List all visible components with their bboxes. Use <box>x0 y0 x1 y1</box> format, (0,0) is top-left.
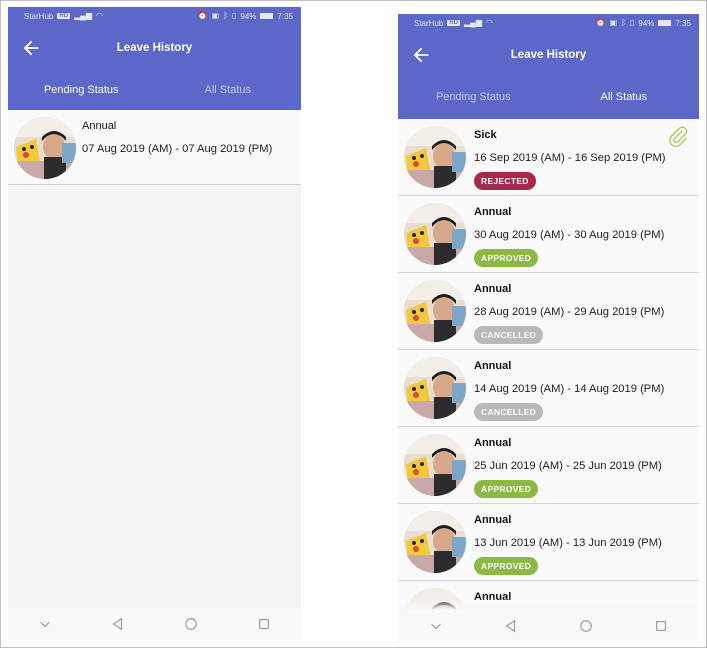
signal-icon: ▂▄▆ <box>464 18 483 27</box>
clock: 7:35 <box>277 11 293 21</box>
leave-list-item[interactable]: Annual 30 Aug 2019 (AM) - 30 Aug 2019 (PM… <box>398 196 699 273</box>
tab-all-status[interactable]: All Status <box>549 78 700 116</box>
recents-square-icon <box>259 619 270 629</box>
tab-bar: Pending Status All Status <box>398 78 699 116</box>
recents-square-icon <box>656 621 667 631</box>
leave-dates: 07 Aug 2019 (AM) - 07 Aug 2019 (PM) <box>82 143 273 155</box>
carrier-name: StarHub <box>24 11 54 21</box>
alarm-icon: ⏰ <box>595 18 606 27</box>
signal-icon: ▂▄▆ <box>74 11 93 20</box>
status-bar: StarHub HD ▂▄▆ ◠ ⏰ ▣ ᛒ ▯ 94% 7:35 <box>398 14 699 32</box>
leave-list-item[interactable]: Sick 16 Sep 2019 (AM) - 16 Sep 2019 (PM) R… <box>398 119 699 196</box>
nav-home-button[interactable] <box>575 615 597 637</box>
home-circle-icon <box>580 620 592 632</box>
tab-pending-status[interactable]: Pending Status <box>398 78 549 116</box>
back-button[interactable] <box>20 37 42 59</box>
avatar <box>404 280 466 342</box>
leave-list-item[interactable]: Annual 28 Aug 2019 (AM) - 29 Aug 2019 (PM… <box>398 273 699 350</box>
bluetooth-icon: ᛒ <box>223 11 228 20</box>
attachment-button[interactable] <box>667 125 689 149</box>
app-bar: StarHub HD ▂▄▆ ◠ ⏰ ▣ ᛒ ▯ 94% 7:35 Leave … <box>398 14 699 119</box>
hd-badge: HD <box>447 20 461 26</box>
tab-bar: Pending Status All Status <box>8 71 301 109</box>
nav-back-button[interactable] <box>107 613 129 635</box>
back-triangle-icon <box>505 619 515 633</box>
chevron-down-icon <box>430 623 441 630</box>
vibrate-icon: ▯ <box>630 18 635 27</box>
chevron-down-icon <box>39 621 50 628</box>
wifi-icon: ◠ <box>486 18 493 27</box>
tab-pending-status[interactable]: Pending Status <box>8 71 155 109</box>
leave-list-item[interactable]: Annual 13 Jun 2019 (AM) - 13 Jun 2019 (PM… <box>398 504 699 581</box>
battery-icon <box>658 20 672 26</box>
hd-badge: HD <box>57 13 71 19</box>
system-nav-bar <box>8 608 301 640</box>
leave-dates: 28 Aug 2019 (AM) - 29 Aug 2019 (PM) <box>474 306 665 318</box>
back-triangle-icon <box>112 617 122 631</box>
nfc-icon: ▣ <box>211 11 220 20</box>
status-badge: CANCELLED <box>474 403 544 421</box>
arrow-left-icon <box>413 47 429 63</box>
leave-type: Annual <box>474 437 512 449</box>
battery-percent: 94% <box>638 18 655 28</box>
nav-back-button[interactable] <box>500 615 522 637</box>
right-phone-screen: StarHub HD ▂▄▆ ◠ ⏰ ▣ ᛒ ▯ 94% 7:35 Leave … <box>398 14 699 642</box>
nfc-icon: ▣ <box>609 18 618 27</box>
status-badge: REJECTED <box>474 172 536 190</box>
bluetooth-icon: ᛒ <box>621 18 626 27</box>
nav-recents-button[interactable] <box>650 615 672 637</box>
status-bar: StarHub HD ▂▄▆ ◠ ⏰ ▣ ᛒ ▯ 94% 7:35 <box>8 7 301 25</box>
back-button[interactable] <box>410 44 432 66</box>
paperclip-icon <box>669 126 688 148</box>
battery-icon <box>260 13 274 19</box>
scroll-fade <box>398 598 699 610</box>
avatar <box>404 203 466 265</box>
status-badge: CANCELLED <box>474 326 544 344</box>
arrow-left-icon <box>23 40 39 56</box>
tab-all-status[interactable]: All Status <box>155 71 302 109</box>
status-badge: APPROVED <box>474 249 539 267</box>
leave-list: Sick 16 Sep 2019 (AM) - 16 Sep 2019 (PM) R… <box>398 119 699 642</box>
nav-recents-button[interactable] <box>253 613 275 635</box>
leave-dates: 14 Aug 2019 (AM) - 14 Aug 2019 (PM) <box>474 383 665 395</box>
alarm-icon: ⏰ <box>197 11 208 20</box>
leave-dates: 30 Aug 2019 (AM) - 30 Aug 2019 (PM) <box>474 229 665 241</box>
battery-percent: 94% <box>240 11 257 21</box>
leave-dates: 16 Sep 2019 (AM) - 16 Sep 2019 (PM) <box>474 152 666 164</box>
leave-dates: 13 Jun 2019 (AM) - 13 Jun 2019 (PM) <box>474 537 662 549</box>
avatar <box>404 357 466 419</box>
leave-type: Annual <box>474 206 512 218</box>
home-circle-icon <box>185 618 197 630</box>
status-badge: APPROVED <box>474 480 539 498</box>
leave-list-item[interactable]: Annual 25 Jun 2019 (AM) - 25 Jun 2019 (PM… <box>398 427 699 504</box>
avatar <box>404 126 466 188</box>
nav-home-button[interactable] <box>180 613 202 635</box>
leave-type: Annual <box>82 120 117 132</box>
avatar <box>14 117 76 179</box>
leave-type: Sick <box>474 129 497 141</box>
nav-collapse-button[interactable] <box>425 615 447 637</box>
leave-list: Annual 07 Aug 2019 (AM) - 07 Aug 2019 (P… <box>8 110 301 185</box>
page-title: Leave History <box>116 42 193 54</box>
app-bar: StarHub HD ▂▄▆ ◠ ⏰ ▣ ᛒ ▯ 94% 7:35 Leave … <box>8 7 301 110</box>
wifi-icon: ◠ <box>96 11 103 20</box>
leave-type: Annual <box>474 360 512 372</box>
leave-dates: 25 Jun 2019 (AM) - 25 Jun 2019 (PM) <box>474 460 662 472</box>
page-title: Leave History <box>510 49 587 61</box>
status-badge: APPROVED <box>474 557 539 575</box>
avatar <box>404 434 466 496</box>
left-phone-screen: StarHub HD ▂▄▆ ◠ ⏰ ▣ ᛒ ▯ 94% 7:35 Leave … <box>8 7 301 640</box>
leave-type: Annual <box>474 514 512 526</box>
avatar <box>404 511 466 573</box>
vibrate-icon: ▯ <box>232 11 237 20</box>
leave-list-item[interactable]: Annual 14 Aug 2019 (AM) - 14 Aug 2019 (PM… <box>398 350 699 427</box>
leave-type: Annual <box>474 283 512 295</box>
system-nav-bar <box>398 610 699 642</box>
nav-collapse-button[interactable] <box>34 613 56 635</box>
carrier-name: StarHub <box>414 18 444 28</box>
leave-list-item[interactable]: Annual 07 Aug 2019 (AM) - 07 Aug 2019 (P… <box>8 110 301 185</box>
clock: 7:35 <box>675 18 691 28</box>
